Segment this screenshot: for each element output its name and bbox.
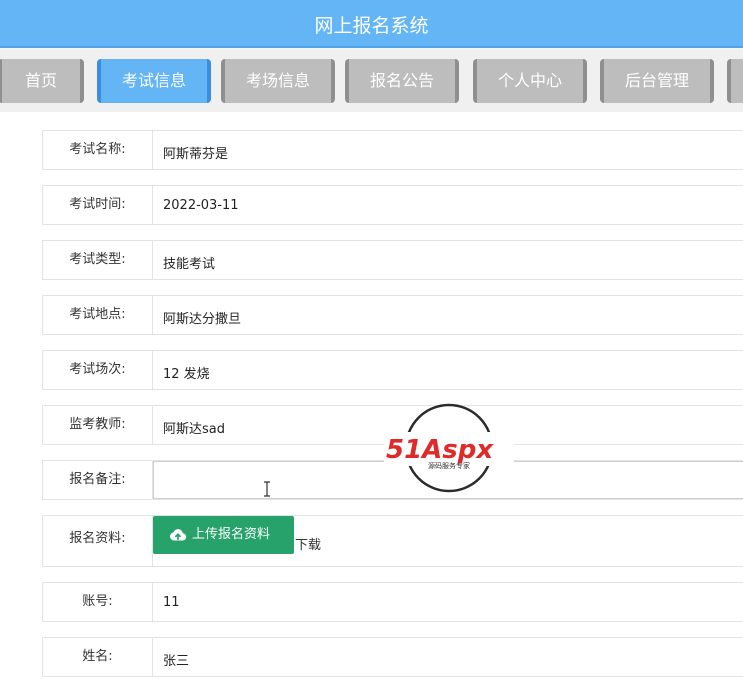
label-note: 报名备注: <box>43 461 153 499</box>
value-account: 11 <box>163 595 180 610</box>
row-account: 账号: 11 <box>42 582 743 622</box>
value-name: 张三 <box>163 654 190 669</box>
tab-admin[interactable]: 后台管理 <box>600 59 714 103</box>
value-exam-location: 阿斯达分撒旦 <box>163 312 242 327</box>
tab-announcement[interactable]: 报名公告 <box>345 59 459 103</box>
watermark-brand: 51Aspx <box>386 435 494 465</box>
page-title: 网上报名系统 <box>314 15 429 37</box>
upload-material-button[interactable]: 上传报名资料 <box>153 516 294 554</box>
row-exam-time: 考试时间: 2022-03-11 <box>42 185 743 225</box>
row-exam-type: 考试类型: 技能考试 <box>42 240 743 280</box>
value-exam-type: 技能考试 <box>163 257 216 272</box>
value-proctor: 阿斯达sad <box>163 422 225 437</box>
watermark-logo: 51Aspx 源码服务专家 <box>384 403 514 493</box>
tab-personal-center[interactable]: 个人中心 <box>473 59 587 103</box>
top-header: 网上报名系统 <box>0 0 743 48</box>
cloud-upload-icon <box>170 529 187 541</box>
row-exam-session: 考试场次: 12 发烧 <box>42 350 743 390</box>
label-exam-session: 考试场次: <box>43 351 153 389</box>
tab-exam-info[interactable]: 考试信息 <box>97 59 211 103</box>
row-exam-name: 考试名称: 阿斯蒂芬是 <box>42 130 743 170</box>
main-nav: 首页 考试信息 考场信息 报名公告 个人中心 后台管理 <box>0 50 743 112</box>
tab-home[interactable]: 首页 <box>0 59 84 103</box>
exam-detail-form: 考试名称: 阿斯蒂芬是 考试时间: 2022-03-11 考试类型: 技能考试 … <box>0 112 743 683</box>
upload-material-label: 上传报名资料 <box>192 527 271 542</box>
label-exam-location: 考试地点: <box>43 296 153 334</box>
value-exam-session: 12 发烧 <box>163 367 210 382</box>
label-exam-time: 考试时间: <box>43 186 153 224</box>
label-material: 报名资料: <box>43 516 153 566</box>
label-proctor: 监考教师: <box>43 406 153 444</box>
text-cursor-icon <box>264 481 270 497</box>
tab-exam-room[interactable]: 考场信息 <box>221 59 335 103</box>
watermark-tagline: 源码服务专家 <box>428 461 470 470</box>
row-name: 姓名: 张三 <box>42 637 743 677</box>
label-exam-name: 考试名称: <box>43 131 153 169</box>
row-material: 报名资料: 上传报名资料 下载 <box>42 515 743 567</box>
label-account: 账号: <box>43 583 153 621</box>
row-exam-location: 考试地点: 阿斯达分撒旦 <box>42 295 743 335</box>
download-link[interactable]: 下载 <box>295 534 321 553</box>
label-name: 姓名: <box>43 638 153 676</box>
value-exam-name: 阿斯蒂芬是 <box>163 147 229 162</box>
tab-overflow[interactable] <box>727 59 743 103</box>
value-exam-time: 2022-03-11 <box>163 198 239 213</box>
label-exam-type: 考试类型: <box>43 241 153 279</box>
